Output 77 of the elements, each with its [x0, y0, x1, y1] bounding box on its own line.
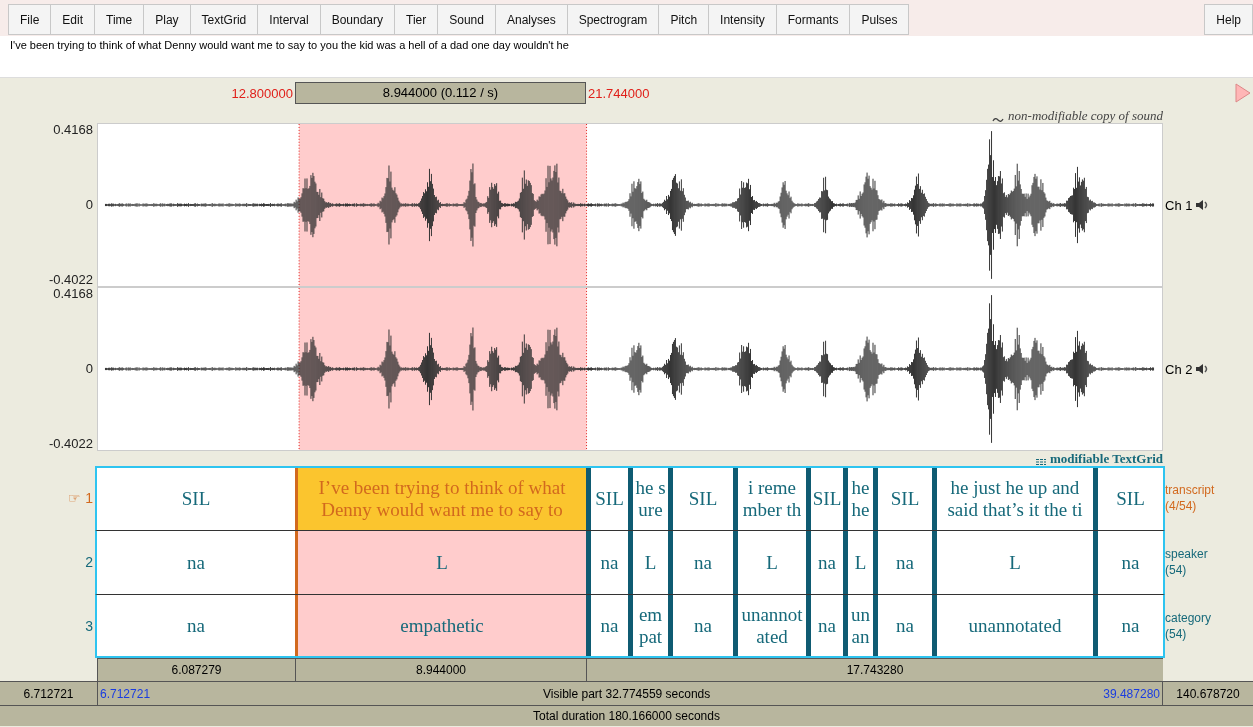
interval-cell[interactable]: na: [806, 595, 843, 656]
menu-item[interactable]: TextGrid: [189, 4, 258, 35]
interval-cell[interactable]: un an: [843, 595, 873, 656]
interval-cell[interactable]: SIL: [873, 468, 932, 530]
tier-number[interactable]: 2: [85, 554, 93, 570]
interval-cell[interactable]: L: [843, 531, 873, 594]
interval-cell[interactable]: na: [586, 531, 628, 594]
menu-item[interactable]: Interval: [257, 4, 320, 35]
menu-item[interactable]: Boundary: [319, 4, 395, 35]
menu-item[interactable]: File: [8, 4, 51, 35]
text-field[interactable]: I've been trying to think of what Denny would want me to say to you the kid was a hell of a dad one day wouldn't he: [0, 36, 1253, 78]
sound-label: non-modifiable copy of sound: [1008, 109, 1163, 123]
selection-start: 12.800000: [230, 85, 294, 101]
total-duration[interactable]: Total duration 180.166000 seconds: [0, 705, 1253, 726]
interval-cell[interactable]: SIL: [806, 468, 843, 530]
interval-cell[interactable]: L: [628, 531, 668, 594]
tier-number[interactable]: 3: [85, 618, 93, 634]
interval-cell[interactable]: he he: [843, 468, 873, 530]
speaker-icon[interactable]: [1195, 363, 1210, 375]
menu-item[interactable]: Tier: [394, 4, 438, 35]
interval-cell[interactable]: na: [1093, 531, 1163, 594]
interval-cell[interactable]: na: [668, 531, 733, 594]
interval-cell[interactable]: na: [97, 595, 295, 656]
tier-name[interactable]: speaker (54): [1163, 530, 1253, 594]
right-outside-duration[interactable]: 140.678720: [1163, 686, 1253, 701]
interval-cell[interactable]: unannot ated: [733, 595, 806, 656]
interval-cell[interactable]: em pat: [628, 595, 668, 656]
interval-cell[interactable]: he just he up and said that’s it the ti: [932, 468, 1093, 530]
menu-item[interactable]: Spectrogram: [566, 4, 659, 35]
menu-item[interactable]: Pitch: [658, 4, 709, 35]
interval-cell[interactable]: L: [733, 531, 806, 594]
axis-max-label: 0.4168: [53, 287, 93, 301]
menu-item[interactable]: Formants: [775, 4, 850, 35]
pointer-icon: ☞: [68, 490, 82, 506]
tier-icon: [1035, 458, 1046, 466]
axis-min-label: -0.4022: [48, 273, 93, 287]
interval-cell[interactable]: empathetic: [295, 595, 586, 656]
interval-cell[interactable]: na: [668, 595, 733, 656]
interval-cell[interactable]: he s ure: [628, 468, 668, 530]
tier-name[interactable]: category (54): [1163, 594, 1253, 658]
interval-cell[interactable]: na: [873, 531, 932, 594]
menu-item[interactable]: Edit: [50, 4, 95, 35]
visible-end: 39.487280: [1103, 686, 1160, 701]
interval-cell[interactable]: na: [97, 531, 295, 594]
menu-item[interactable]: Play: [143, 4, 190, 35]
menu-item[interactable]: Intensity: [708, 4, 776, 35]
interval-cell[interactable]: SIL: [97, 468, 295, 530]
visible-part-label[interactable]: Visible part 32.774559 seconds: [543, 686, 711, 701]
interval-cell[interactable]: L: [295, 531, 586, 594]
menu-item[interactable]: Sound: [437, 4, 495, 35]
axis-max-label: 0.4168: [53, 123, 93, 137]
menu-item[interactable]: Analyses: [494, 4, 567, 35]
interval-cell[interactable]: L: [932, 531, 1093, 594]
interval-cell[interactable]: na: [1093, 595, 1163, 656]
help-menu[interactable]: Help: [1204, 4, 1253, 35]
interval-cell[interactable]: na: [873, 595, 932, 656]
interval-cell[interactable]: na: [586, 595, 628, 656]
visible-start: 6.712721: [100, 686, 151, 701]
selection-end: 21.744000: [587, 85, 651, 101]
axis-min-label: -0.4022: [48, 437, 93, 451]
menu-item[interactable]: Time: [94, 4, 144, 35]
textgrid-label: modifiable TextGrid: [1049, 452, 1163, 466]
interval-cell[interactable]: na: [806, 531, 843, 594]
interval-cell[interactable]: SIL: [586, 468, 628, 530]
interval-cell[interactable]: SIL: [668, 468, 733, 530]
speaker-icon[interactable]: [1195, 199, 1210, 211]
channel-label[interactable]: Ch 1: [1165, 197, 1193, 213]
axis-zero-label: 0: [85, 362, 93, 376]
selection-length[interactable]: 8.944000 (0.112 / s): [295, 82, 586, 104]
channel-label[interactable]: Ch 2: [1165, 361, 1193, 377]
menu-item[interactable]: Pulses: [849, 4, 910, 35]
left-outside-duration[interactable]: 6.712721: [0, 686, 97, 701]
interval-cell[interactable]: i reme mber th: [733, 468, 806, 530]
interval-cell[interactable]: SIL: [1093, 468, 1163, 530]
interval-cell[interactable]: unannotated: [932, 595, 1093, 656]
tilde-icon: [992, 117, 1005, 123]
axis-zero-label: 0: [85, 198, 93, 212]
